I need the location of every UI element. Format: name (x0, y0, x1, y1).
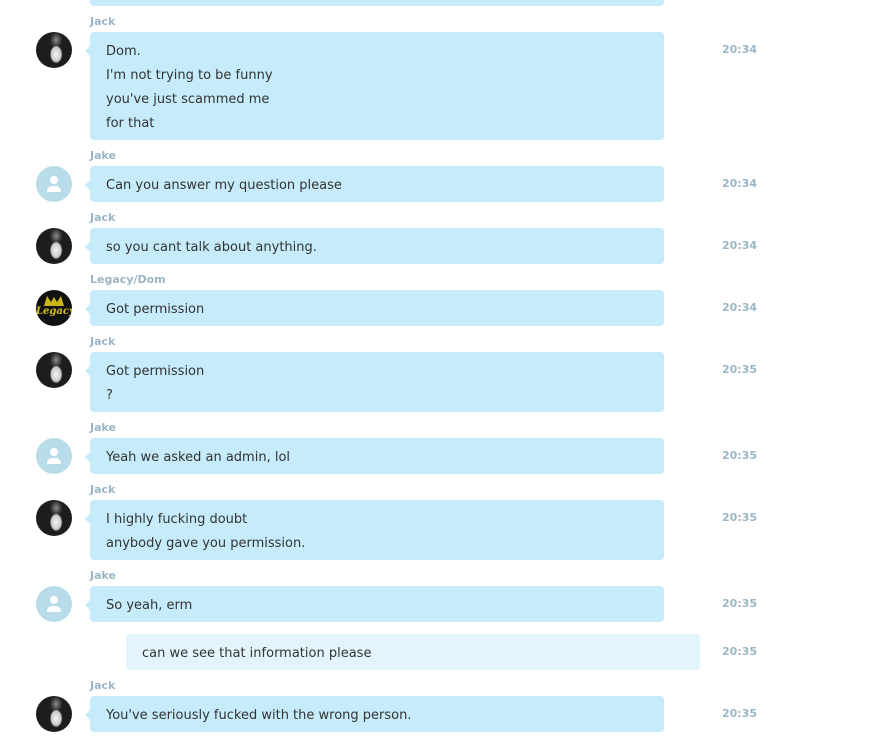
message-timestamp: 20:34 (722, 177, 758, 190)
message-text: ? (106, 388, 113, 403)
avatar-jack[interactable] (36, 696, 72, 732)
message-text: So yeah, erm (106, 598, 193, 613)
message-bubble[interactable]: So yeah, erm (85, 586, 664, 622)
message-bubble[interactable]: I highly fucking doubt anybody gave you … (85, 500, 664, 560)
message-bubble[interactable]: You've seriously fucked with the wrong p… (85, 696, 664, 732)
message-text: Got permission (106, 302, 205, 317)
user-icon (50, 176, 58, 184)
sender-name: Jake (90, 569, 116, 582)
message-timestamp: 20:35 (722, 597, 758, 610)
avatar-jack[interactable] (36, 500, 72, 536)
message-timestamp: 20:35 (722, 511, 758, 524)
message-text: You've seriously fucked with the wrong p… (106, 708, 412, 723)
message-text: so you cant talk about anything. (106, 240, 317, 255)
avatar-jake[interactable] (36, 166, 72, 202)
sender-name: Jack (90, 15, 116, 28)
avatar-jack[interactable] (36, 228, 72, 264)
message-timestamp: 20:34 (722, 239, 758, 252)
message-text: for that (106, 116, 155, 131)
message-timestamp: 20:35 (722, 707, 758, 720)
avatar-jack[interactable] (36, 32, 72, 68)
message-timestamp: 20:34 (722, 43, 758, 56)
message-bubble[interactable]: Got permission ? (85, 352, 664, 412)
sender-name: Jack (90, 483, 116, 496)
message-text: Can you answer my question please (106, 178, 342, 193)
message-bubble[interactable]: Yeah we asked an admin, lol (85, 438, 664, 474)
message-timestamp: 20:35 (722, 449, 758, 462)
sender-name: Jake (90, 149, 116, 162)
message-timestamp: 20:35 (722, 645, 758, 658)
avatar-legacy-dom[interactable]: Legacy (36, 290, 72, 326)
message-bubble[interactable]: so you cant talk about anything. (85, 228, 664, 264)
message-bubble-partial (90, 0, 664, 6)
avatar-jack[interactable] (36, 352, 72, 388)
user-icon (50, 596, 58, 604)
message-text: I highly fucking doubt (106, 512, 248, 527)
message-text: Yeah we asked an admin, lol (106, 450, 291, 465)
sender-name: Jack (90, 335, 116, 348)
message-text: I'm not trying to be funny (106, 68, 273, 83)
chat-conversation: Jack Dom. I'm not trying to be funny you… (0, 0, 869, 741)
message-text: you've just scammed me (106, 92, 270, 107)
sender-name: Jack (90, 211, 116, 224)
sender-name: Legacy/Dom (90, 273, 166, 286)
message-bubble[interactable]: Dom. I'm not trying to be funny you've j… (85, 32, 664, 140)
message-text: can we see that information please (142, 646, 372, 661)
message-bubble[interactable]: Can you answer my question please (85, 166, 664, 202)
message-text: anybody gave you permission. (106, 536, 306, 551)
message-bubble-own[interactable]: can we see that information please (126, 634, 700, 670)
sender-name: Jake (90, 421, 116, 434)
message-text: Dom. (106, 44, 141, 59)
message-text: Got permission (106, 364, 205, 379)
sender-name: Jack (90, 679, 116, 692)
message-timestamp: 20:34 (722, 301, 758, 314)
message-bubble[interactable]: Got permission (85, 290, 664, 326)
message-timestamp: 20:35 (722, 363, 758, 376)
user-icon (50, 448, 58, 456)
avatar-logo-text: Legacy (36, 306, 72, 317)
avatar-jake[interactable] (36, 586, 72, 622)
avatar-jake[interactable] (36, 438, 72, 474)
